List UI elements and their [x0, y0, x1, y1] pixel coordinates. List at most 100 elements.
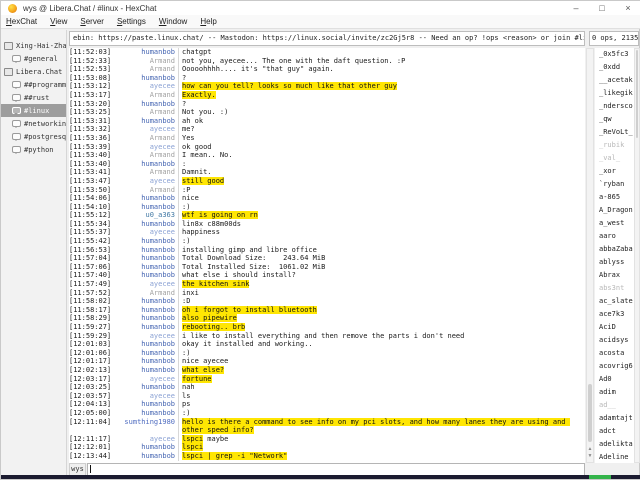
- nick[interactable]: humanbob: [113, 357, 175, 366]
- nick[interactable]: Armand: [113, 186, 175, 195]
- userlist-item[interactable]: _xor: [595, 165, 634, 178]
- userlist-item[interactable]: ablyss: [595, 256, 634, 269]
- sidebar-item-linux[interactable]: #linux: [1, 104, 66, 117]
- nick[interactable]: humanbob: [113, 194, 175, 203]
- nick[interactable]: humanbob: [113, 48, 175, 57]
- nick[interactable]: humanbob: [113, 263, 175, 272]
- nick[interactable]: Armand: [113, 65, 175, 74]
- minimize-button[interactable]: –: [563, 1, 589, 15]
- userlist-item[interactable]: A_Dragon: [595, 204, 634, 217]
- nick[interactable]: humanbob: [113, 74, 175, 83]
- nick[interactable]: humanbob: [113, 271, 175, 280]
- menu-hexchat[interactable]: HexChat: [6, 17, 37, 26]
- nick[interactable]: humanbob: [113, 323, 175, 332]
- nick[interactable]: humanbob: [113, 314, 175, 323]
- nick[interactable]: humanbob: [113, 297, 175, 306]
- nick[interactable]: humanbob: [113, 443, 175, 452]
- nick[interactable]: ayecee: [113, 82, 175, 91]
- userlist-scrollbar-thumb[interactable]: [636, 50, 638, 138]
- maximize-button[interactable]: □: [589, 1, 615, 15]
- nick[interactable]: ayecee: [113, 332, 175, 341]
- nick[interactable]: humanbob: [113, 383, 175, 392]
- taskbar-item[interactable]: [589, 475, 611, 479]
- nick[interactable]: humanbob: [113, 100, 175, 109]
- userlist-item[interactable]: a_west: [595, 217, 634, 230]
- sidebar-item-networking[interactable]: #networking: [1, 117, 66, 130]
- userlist-item[interactable]: ad__: [595, 399, 634, 412]
- userlist-item[interactable]: _likegik: [595, 87, 634, 100]
- nick[interactable]: ayecee: [113, 435, 175, 444]
- userlist-item[interactable]: adim: [595, 386, 634, 399]
- userlist-item[interactable]: ac_slate: [595, 295, 634, 308]
- topic-input[interactable]: ebin: https://paste.linux.chat/ -- Masto…: [69, 31, 585, 46]
- nick[interactable]: humanbob: [113, 246, 175, 255]
- menu-settings[interactable]: Settings: [117, 17, 146, 26]
- sidebar-item-general[interactable]: #general: [1, 52, 66, 65]
- nick[interactable]: ayecee: [113, 280, 175, 289]
- nick[interactable]: Armand: [113, 91, 175, 100]
- userlist-item[interactable]: ace7k3: [595, 308, 634, 321]
- nick[interactable]: Armand: [113, 108, 175, 117]
- userlist-item[interactable]: a-865: [595, 191, 634, 204]
- menu-server[interactable]: Server: [80, 17, 104, 26]
- userlist-item[interactable]: `ryban: [595, 178, 634, 191]
- userlist-item[interactable]: _rubik: [595, 139, 634, 152]
- userlist-item[interactable]: acidsys: [595, 334, 634, 347]
- nick[interactable]: ayecee: [113, 228, 175, 237]
- nick[interactable]: Armand: [113, 57, 175, 66]
- nick[interactable]: humanbob: [113, 306, 175, 315]
- sidebar-item-xing-hai-zha[interactable]: Xing-Hai-Zha: [1, 39, 66, 52]
- userlist-item[interactable]: Adeline: [595, 451, 634, 463]
- userlist-item[interactable]: acosta: [595, 347, 634, 360]
- userlist-item[interactable]: _0xdd: [595, 61, 634, 74]
- nick[interactable]: Armand: [113, 134, 175, 143]
- userlist-item[interactable]: aaro: [595, 230, 634, 243]
- scroll-arrows-icon[interactable]: ▲▼: [587, 446, 593, 460]
- sidebar-item-python[interactable]: #python: [1, 143, 66, 156]
- userlist-item[interactable]: _val_: [595, 152, 634, 165]
- menu-view[interactable]: View: [50, 17, 67, 26]
- userlist-item[interactable]: Ad0: [595, 373, 634, 386]
- nick[interactable]: humanbob: [113, 340, 175, 349]
- nick[interactable]: ayecee: [113, 143, 175, 152]
- nick[interactable]: humanbob: [113, 254, 175, 263]
- nick[interactable]: sumthing1980: [113, 418, 175, 435]
- sidebar-item-programm[interactable]: ##programm: [1, 78, 66, 91]
- userlist-item[interactable]: AciD: [595, 321, 634, 334]
- nick[interactable]: ayecee: [113, 392, 175, 401]
- sidebar-item-libera-chat[interactable]: Libera.Chat: [1, 65, 66, 78]
- chat-scrollbar-thumb[interactable]: [588, 384, 592, 442]
- userlist-item[interactable]: adelikta: [595, 438, 634, 451]
- userlist-item[interactable]: Abrax: [595, 269, 634, 282]
- chat-scrollbar[interactable]: ▲▼: [586, 48, 594, 463]
- userlist-item[interactable]: adamtajt: [595, 412, 634, 425]
- nick[interactable]: ayecee: [113, 125, 175, 134]
- userlist-item[interactable]: abs3nt: [595, 282, 634, 295]
- userlist-item[interactable]: acovrig6: [595, 360, 634, 373]
- userlist-scrollbar[interactable]: [634, 48, 640, 463]
- nick[interactable]: humanbob: [113, 366, 175, 375]
- nick[interactable]: humanbob: [113, 117, 175, 126]
- userlist-item[interactable]: _qw: [595, 113, 634, 126]
- userlist-item[interactable]: _0x5fc3: [595, 48, 634, 61]
- userlist-item[interactable]: __acetak: [595, 74, 634, 87]
- nick[interactable]: humanbob: [113, 452, 175, 461]
- sidebar-item-postgresql[interactable]: #postgresql: [1, 130, 66, 143]
- nick[interactable]: Armand: [113, 289, 175, 298]
- nick[interactable]: ayecee: [113, 375, 175, 384]
- nick[interactable]: ayecee: [113, 177, 175, 186]
- nick[interactable]: u0_a363: [113, 211, 175, 220]
- userlist-item[interactable]: adct: [595, 425, 634, 438]
- menu-help[interactable]: Help: [200, 17, 216, 26]
- nick[interactable]: Armand: [113, 151, 175, 160]
- userlist-item[interactable]: abbaZaba: [595, 243, 634, 256]
- taskbar[interactable]: [1, 475, 640, 479]
- nick[interactable]: humanbob: [113, 220, 175, 229]
- userlist-item[interactable]: _ndersco: [595, 100, 634, 113]
- close-button[interactable]: ×: [615, 1, 640, 15]
- nick[interactable]: Armand: [113, 168, 175, 177]
- nick[interactable]: humanbob: [113, 237, 175, 246]
- nick[interactable]: humanbob: [113, 400, 175, 409]
- userlist-item[interactable]: _ReVoLt_: [595, 126, 634, 139]
- menu-window[interactable]: Window: [159, 17, 187, 26]
